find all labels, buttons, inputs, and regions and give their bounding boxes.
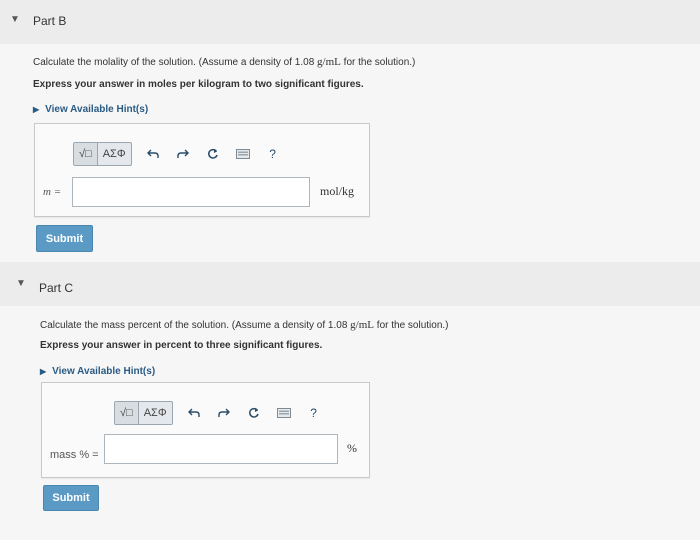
caret-right-icon: ▶: [33, 105, 40, 114]
reset-icon[interactable]: [245, 404, 263, 422]
part-c-answer-input[interactable]: [104, 434, 338, 464]
part-c-toolbar: √□ ΑΣΦ ?: [114, 401, 323, 425]
math-palette-group: √□ ΑΣΦ: [114, 401, 173, 425]
part-b-toolbar: √□ ΑΣΦ ?: [73, 142, 282, 166]
help-icon[interactable]: ?: [305, 404, 323, 422]
undo-icon[interactable]: [185, 404, 203, 422]
part-b-answer-label: m =: [43, 186, 62, 198]
part-c-instruction: Express your answer in percent to three …: [40, 340, 323, 351]
part-b-hint-link[interactable]: ▶ View Available Hint(s): [33, 104, 148, 115]
caret-down-icon[interactable]: ▼: [16, 278, 26, 289]
greek-symbols-icon[interactable]: ΑΣΦ: [137, 402, 172, 424]
part-b-question: Calculate the molality of the solution. …: [33, 56, 416, 68]
templates-icon[interactable]: √□: [115, 402, 138, 424]
part-c-submit-button[interactable]: Submit: [43, 485, 99, 511]
part-c-question: Calculate the mass percent of the soluti…: [40, 319, 449, 331]
part-b-title: Part B: [33, 14, 67, 28]
greek-symbols-icon[interactable]: ΑΣΦ: [96, 143, 131, 165]
templates-icon[interactable]: √□: [74, 143, 97, 165]
part-b-unit: mol/kg: [320, 184, 355, 198]
part-b-header[interactable]: ▼ Part B: [0, 0, 700, 44]
part-b-instruction: Express your answer in moles per kilogra…: [33, 79, 364, 90]
reset-icon[interactable]: [204, 145, 222, 163]
part-c-answer-panel: √□ ΑΣΦ ? mass % = %: [41, 382, 370, 478]
keyboard-icon[interactable]: [234, 145, 252, 163]
part-c-hint-link[interactable]: ▶ View Available Hint(s): [40, 366, 155, 377]
redo-icon[interactable]: [215, 404, 233, 422]
caret-down-icon[interactable]: ▼: [10, 14, 20, 25]
part-c-answer-label: mass % =: [50, 449, 99, 461]
caret-right-icon: ▶: [40, 367, 47, 376]
part-c-title: Part C: [39, 281, 74, 295]
part-c-header[interactable]: ▼ Part C: [0, 262, 700, 306]
help-icon[interactable]: ?: [264, 145, 282, 163]
redo-icon[interactable]: [174, 145, 192, 163]
math-palette-group: √□ ΑΣΦ: [73, 142, 132, 166]
part-b-answer-input[interactable]: [72, 177, 310, 207]
undo-icon[interactable]: [144, 145, 162, 163]
part-c-unit: %: [347, 441, 357, 455]
keyboard-icon[interactable]: [275, 404, 293, 422]
part-b-submit-button[interactable]: Submit: [36, 225, 93, 252]
part-b-answer-panel: √□ ΑΣΦ ? m = mol/kg: [34, 123, 370, 217]
